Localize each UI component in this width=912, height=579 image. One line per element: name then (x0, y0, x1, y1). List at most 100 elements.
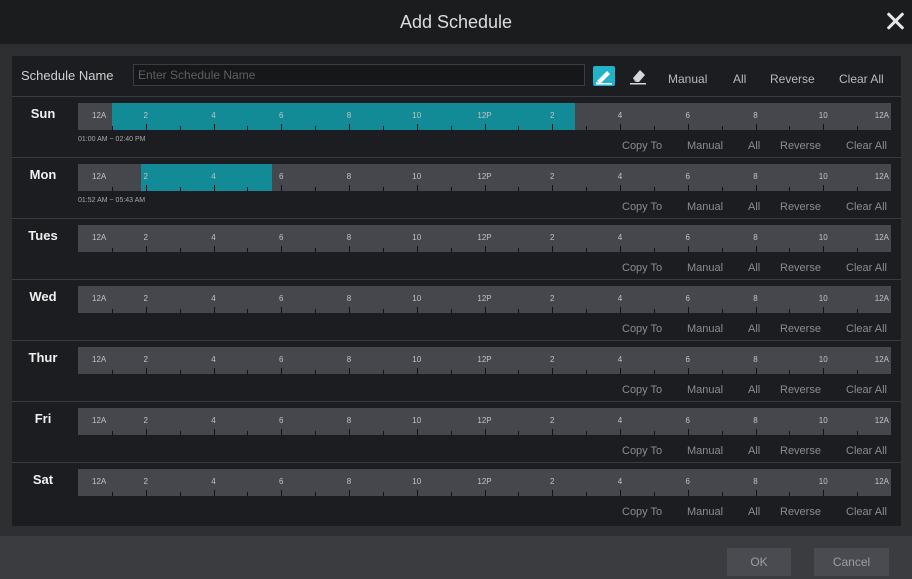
row-clear-all-button[interactable]: Clear All (846, 140, 887, 152)
close-icon[interactable] (884, 10, 906, 32)
row-clear-all-button[interactable]: Clear All (846, 445, 887, 457)
row-all-button[interactable]: All (748, 506, 760, 518)
pen-icon[interactable] (593, 66, 615, 86)
hour-label: 6 (279, 172, 284, 181)
row-all-button[interactable]: All (748, 140, 760, 152)
hour-tick (112, 370, 113, 374)
hour-label: 8 (753, 477, 758, 486)
scheduled-segment[interactable] (111, 103, 575, 130)
hour-label: 12P (477, 233, 492, 242)
hour-tick (146, 246, 147, 252)
ok-button[interactable]: OK (727, 548, 791, 576)
hour-tick (383, 370, 384, 374)
clear-all-button[interactable]: Clear All (839, 72, 884, 86)
timeline-bar[interactable]: 12A 2 4 6 8 10 12P 2 4 6 8 10 12A (78, 225, 891, 252)
row-clear-all-button[interactable]: Clear All (846, 323, 887, 335)
hour-tick (281, 429, 282, 435)
row-reverse-button[interactable]: Reverse (780, 262, 821, 274)
eraser-icon[interactable] (627, 66, 649, 86)
hour-label: 12A (874, 233, 889, 242)
row-manual-button[interactable]: Manual (687, 445, 723, 457)
manual-all-button[interactable]: Manual (668, 72, 707, 86)
hour-label: 6 (685, 416, 690, 425)
hour-tick (688, 307, 689, 313)
hour-tick (349, 307, 350, 313)
hour-label: 10 (818, 294, 828, 303)
row-reverse-button[interactable]: Reverse (780, 140, 821, 152)
hour-tick (586, 370, 587, 374)
copy-to-button[interactable]: Copy To (622, 201, 662, 213)
row-all-button[interactable]: All (748, 445, 760, 457)
row-reverse-button[interactable]: Reverse (780, 201, 821, 213)
timeline-bar[interactable]: 12A 2 4 6 8 10 12P 2 4 6 8 10 12A (78, 286, 891, 313)
row-clear-all-button[interactable]: Clear All (846, 384, 887, 396)
hour-tick (451, 187, 452, 191)
hour-label: 4 (211, 355, 216, 364)
timeline-bar[interactable]: 12A 2 4 6 8 10 12P 2 4 6 8 10 12A (78, 103, 891, 130)
row-clear-all-button[interactable]: Clear All (846, 506, 887, 518)
row-manual-button[interactable]: Manual (687, 323, 723, 335)
day-row: Sun 12A 2 4 6 8 10 12P 2 4 6 8 10 12A 01:00 AM ~ 02:40… (12, 96, 901, 156)
copy-to-button[interactable]: Copy To (622, 445, 662, 457)
hour-tick (214, 185, 215, 191)
row-manual-button[interactable]: Manual (687, 201, 723, 213)
row-reverse-button[interactable]: Reverse (780, 445, 821, 457)
row-all-button[interactable]: All (748, 323, 760, 335)
hour-tick (552, 185, 553, 191)
time-range-text: 01:00 AM ~ 02:40 PM (78, 136, 146, 143)
row-manual-button[interactable]: Manual (687, 384, 723, 396)
hour-tick (451, 431, 452, 435)
hour-tick (417, 307, 418, 313)
hour-tick (518, 309, 519, 313)
hour-label: 6 (279, 294, 284, 303)
timeline-bar[interactable]: 12A 2 4 6 8 10 12P 2 4 6 8 10 12A (78, 347, 891, 374)
hour-label: 12P (477, 355, 492, 364)
row-manual-button[interactable]: Manual (687, 140, 723, 152)
hour-label: 10 (412, 416, 422, 425)
copy-to-button[interactable]: Copy To (622, 262, 662, 274)
hour-tick (722, 126, 723, 130)
hour-tick (485, 124, 486, 130)
timeline-bar[interactable]: 12A 2 4 6 8 10 12P 2 4 6 8 10 12A (78, 164, 891, 191)
reverse-all-button[interactable]: Reverse (770, 72, 815, 86)
hour-tick (756, 185, 757, 191)
copy-to-button[interactable]: Copy To (622, 323, 662, 335)
day-label: Wed (29, 289, 57, 304)
row-manual-button[interactable]: Manual (687, 262, 723, 274)
row-reverse-button[interactable]: Reverse (780, 384, 821, 396)
hour-label: 6 (685, 355, 690, 364)
hour-label: 10 (412, 111, 422, 120)
select-all-button[interactable]: All (733, 72, 746, 86)
hour-tick (315, 126, 316, 130)
hour-label: 2 (550, 355, 555, 364)
hour-tick (722, 492, 723, 496)
hour-tick (654, 370, 655, 374)
hour-tick (214, 124, 215, 130)
row-manual-button[interactable]: Manual (687, 506, 723, 518)
row-all-button[interactable]: All (748, 201, 760, 213)
copy-to-button[interactable]: Copy To (622, 384, 662, 396)
hour-tick (654, 309, 655, 313)
hour-label: 12A (874, 416, 889, 425)
timeline-bar[interactable]: 12A 2 4 6 8 10 12P 2 4 6 8 10 12A (78, 408, 891, 435)
copy-to-button[interactable]: Copy To (622, 140, 662, 152)
timeline-bar[interactable]: 12A 2 4 6 8 10 12P 2 4 6 8 10 12A (78, 469, 891, 496)
schedule-name-input[interactable] (133, 64, 585, 86)
row-clear-all-button[interactable]: Clear All (846, 262, 887, 274)
cancel-button[interactable]: Cancel (814, 548, 889, 576)
row-all-button[interactable]: All (748, 262, 760, 274)
hour-label: 4 (211, 477, 216, 486)
hour-label: 8 (346, 294, 352, 303)
row-clear-all-button[interactable]: Clear All (846, 201, 887, 213)
hour-tick (247, 370, 248, 374)
hour-tick (451, 370, 452, 374)
row-reverse-button[interactable]: Reverse (780, 506, 821, 518)
hour-tick (315, 492, 316, 496)
hour-label: 12A (874, 294, 889, 303)
hour-tick (789, 248, 790, 252)
scheduled-segment[interactable] (141, 164, 272, 191)
hour-tick (620, 307, 621, 313)
row-reverse-button[interactable]: Reverse (780, 323, 821, 335)
copy-to-button[interactable]: Copy To (622, 506, 662, 518)
row-all-button[interactable]: All (748, 384, 760, 396)
